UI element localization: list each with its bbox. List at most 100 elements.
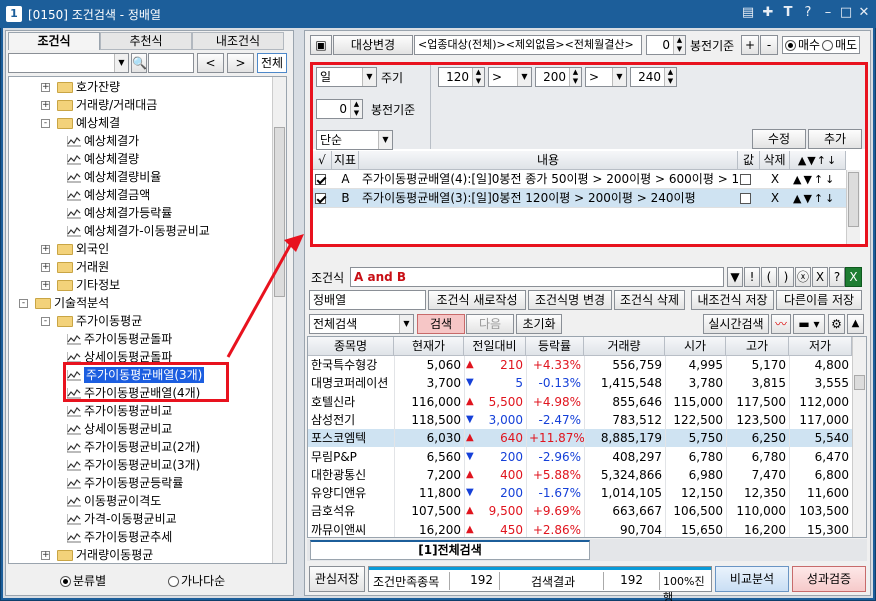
table-row[interactable]: 까뮤이앤씨 16,200 ▲ 450 +2.86% 90,704 15,650 16,200 1… — [308, 520, 852, 537]
search-button[interactable]: 검색 — [417, 314, 465, 334]
cell-low: 15,300 — [807, 522, 849, 537]
delete-condition-button[interactable]: 조건식 삭제 — [614, 290, 685, 310]
formula-input[interactable]: A and B — [350, 267, 724, 287]
cell-open: 12,150 — [681, 486, 723, 501]
save-as-button[interactable]: 다른이름 저장 — [776, 290, 862, 310]
cell-high: 123,500 — [736, 412, 786, 427]
cell-vol: 1,014,105 — [600, 486, 662, 501]
cell-vol: 408,297 — [612, 449, 662, 464]
table-row[interactable]: 무림P&P 6,560 ▼ 200 -2.96% 408,297 6,780 6,780 6,4… — [308, 447, 852, 466]
performance-button[interactable]: 성과검증 — [792, 566, 866, 592]
open-paren-button[interactable]: ( — [761, 267, 777, 287]
cell-rate: -2.96% — [538, 449, 581, 464]
status-box: 조건만족종목 192 검색결과 192 100%진행 — [368, 566, 712, 601]
cell-rate: -2.47% — [538, 412, 581, 427]
table-row[interactable]: 호텔신라 116,000 ▲ 5,500 +4.98% 855,646 115,000 117… — [308, 392, 852, 411]
cell-high: 5,170 — [751, 358, 786, 372]
cell-name: 대명코퍼레이션 — [311, 376, 389, 391]
cell-chg: ▼ 5 — [466, 376, 523, 391]
cell-open: 106,500 — [673, 504, 723, 519]
cell-open: 5,750 — [688, 431, 723, 446]
results-header[interactable]: 종목명 — [308, 337, 394, 356]
cell-name: 유양디앤유 — [311, 486, 367, 501]
cell-low: 5,540 — [814, 431, 849, 446]
cell-low: 6,800 — [814, 467, 849, 482]
menu-icon[interactable]: ▬ ▾ — [793, 314, 825, 334]
next-page-button[interactable]: 다음 — [466, 314, 514, 334]
cell-rate: +2.86% — [532, 522, 581, 537]
cell-price: 16,200 — [419, 522, 461, 537]
chart-icon[interactable]: 〰 — [771, 314, 791, 334]
cell-price: 6,030 — [426, 431, 461, 446]
cell-vol: 1,415,548 — [600, 376, 662, 391]
gear-icon[interactable]: ⚙ — [828, 314, 845, 334]
cell-rate: +5.88% — [532, 467, 581, 482]
cell-open: 122,500 — [673, 412, 723, 427]
tab-all-search[interactable]: [1]전체검색 — [310, 540, 590, 560]
progress-text: 100%진행 — [663, 575, 705, 601]
table-row[interactable]: 대한광통신 7,200 ▲ 400 +5.88% 5,324,866 6,980 7,470 6… — [308, 465, 852, 484]
close-paren-button[interactable]: ) — [778, 267, 794, 287]
up-arrow-icon: ▲ — [466, 468, 474, 480]
results-grid: 종목명 현재가 전일대비 등락률 거래량 시가 고가 저가 한국특수형강 5,060 ▲ 210 +4.… — [307, 336, 867, 538]
table-row[interactable]: 대명코퍼레이션 3,700 ▼ 5 -0.13% 1,415,548 3,780 3,815 3… — [308, 374, 852, 393]
cell-low: 103,500 — [799, 504, 849, 519]
cell-price: 6,560 — [426, 449, 461, 464]
cell-high: 6,250 — [751, 431, 786, 446]
results-scrollbar[interactable] — [852, 337, 866, 537]
down-arrow-icon: ▼ — [466, 450, 474, 462]
condition-name-input[interactable]: 정배열 — [309, 290, 426, 310]
compare-button[interactable]: 비교분석 — [715, 566, 789, 592]
realtime-search-button[interactable]: 실시간검색 — [703, 314, 769, 334]
down-arrow-icon: ▼ — [466, 413, 474, 425]
new-condition-button[interactable]: 조건식 새로작성 — [428, 290, 526, 310]
cell-vol: 5,324,866 — [600, 467, 662, 482]
cell-name: 무림P&P — [311, 449, 357, 464]
save-my-condition-button[interactable]: 내조건식 저장 — [691, 290, 774, 310]
cell-rate: +4.98% — [532, 394, 581, 409]
cell-price: 116,000 — [411, 394, 461, 409]
cell-open: 6,780 — [688, 449, 723, 464]
reset-button[interactable]: 초기화 — [516, 314, 562, 334]
not-button[interactable]: ! — [744, 267, 760, 287]
clear-icon[interactable]: ⓧ — [795, 267, 811, 287]
results-header[interactable]: 저가 — [789, 337, 852, 356]
table-row[interactable]: 삼성전기 118,500 ▼ 3,000 -2.47% 783,512 122,500 123… — [308, 410, 852, 429]
results-header[interactable]: 현재가 — [394, 337, 464, 356]
cell-chg: ▼ 3,000 — [466, 412, 523, 427]
table-row[interactable]: 포스코엠텍 6,030 ▲ 640 +11.87% 8,885,179 5,750 6,250… — [308, 429, 852, 448]
cell-name: 금호석유 — [311, 504, 356, 519]
cell-vol: 663,667 — [612, 504, 662, 519]
scope-select[interactable]: 전체검색 ▼ — [309, 314, 414, 334]
cell-low: 6,470 — [814, 449, 849, 464]
cell-price: 3,700 — [426, 376, 461, 391]
results-header[interactable]: 시가 — [665, 337, 726, 356]
results-header[interactable]: 전일대비 — [464, 337, 526, 356]
cell-high: 3,815 — [751, 376, 786, 391]
up-arrow-icon: ▲ — [466, 359, 474, 370]
cell-chg: ▲ 450 — [466, 522, 523, 537]
cell-price: 5,060 — [426, 358, 461, 372]
table-row[interactable]: 금호석유 107,500 ▲ 9,500 +9.69% 663,667 106,500 110… — [308, 502, 852, 521]
chevron-down-icon: ▼ — [399, 315, 413, 333]
cond-count: 192 — [470, 573, 493, 587]
cell-low: 4,800 — [814, 358, 849, 372]
results-header[interactable]: 거래량 — [584, 337, 665, 356]
excel-icon[interactable]: X — [845, 267, 862, 287]
help-icon[interactable]: ? — [829, 267, 845, 287]
table-row[interactable]: 한국특수형강 5,060 ▲ 210 +4.33% 556,759 4,995 5,170 4,… — [308, 356, 852, 374]
results-header[interactable]: 등락률 — [526, 337, 584, 356]
cell-high: 12,350 — [744, 486, 786, 501]
table-row[interactable]: 유양디앤유 11,800 ▼ 200 -1.67% 1,014,105 12,150 12,3… — [308, 484, 852, 503]
delete-button[interactable]: X — [812, 267, 828, 287]
dropdown-icon[interactable]: ▼ — [727, 267, 743, 287]
up-arrow-icon: ▲ — [466, 523, 474, 535]
cell-chg: ▲ 5,500 — [466, 394, 523, 409]
cond-label: 조건만족종목 — [373, 575, 440, 589]
cell-rate: +4.33% — [532, 358, 581, 372]
save-interest-button[interactable]: 관심저장 — [309, 566, 365, 592]
collapse-icon[interactable]: ▲ — [847, 314, 864, 334]
results-header[interactable]: 고가 — [726, 337, 789, 356]
cell-open: 6,980 — [688, 467, 723, 482]
rename-condition-button[interactable]: 조건식명 변경 — [528, 290, 612, 310]
